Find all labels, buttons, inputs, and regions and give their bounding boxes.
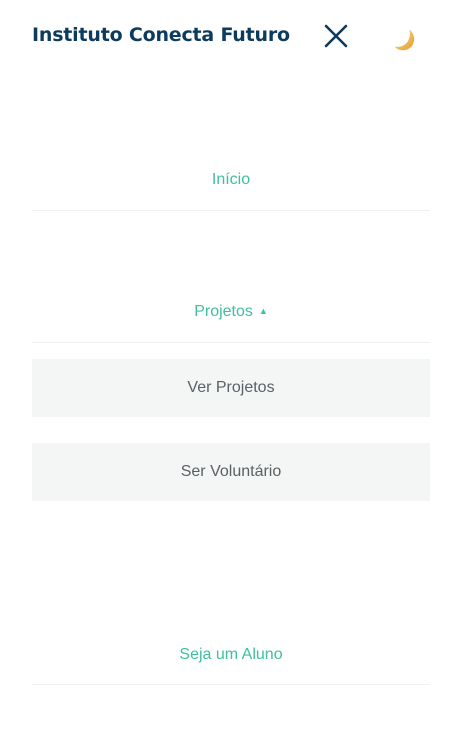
moon-icon — [394, 29, 415, 51]
submenu-item-ver-projetos[interactable]: Ver Projetos — [32, 359, 430, 417]
mobile-menu-header: Instituto Conecta Futuro — [0, 0, 459, 76]
site-logo-text[interactable]: Instituto Conecta Futuro — [32, 24, 290, 46]
theme-toggle-button[interactable] — [392, 27, 418, 53]
divider — [32, 342, 430, 343]
divider — [32, 684, 430, 685]
caret-up-icon: ▲ — [258, 305, 268, 316]
menu-item-inicio[interactable]: Início — [32, 171, 430, 189]
close-icon — [324, 24, 348, 48]
menu-item-projetos[interactable]: Projetos ▲ — [32, 303, 430, 321]
close-menu-button[interactable] — [322, 22, 350, 50]
menu-item-seja-um-aluno[interactable]: Seja um Aluno — [32, 646, 430, 664]
divider — [32, 210, 430, 211]
submenu-item-ser-voluntario[interactable]: Ser Voluntário — [32, 443, 430, 501]
menu-item-projetos-label: Projetos — [194, 303, 253, 320]
